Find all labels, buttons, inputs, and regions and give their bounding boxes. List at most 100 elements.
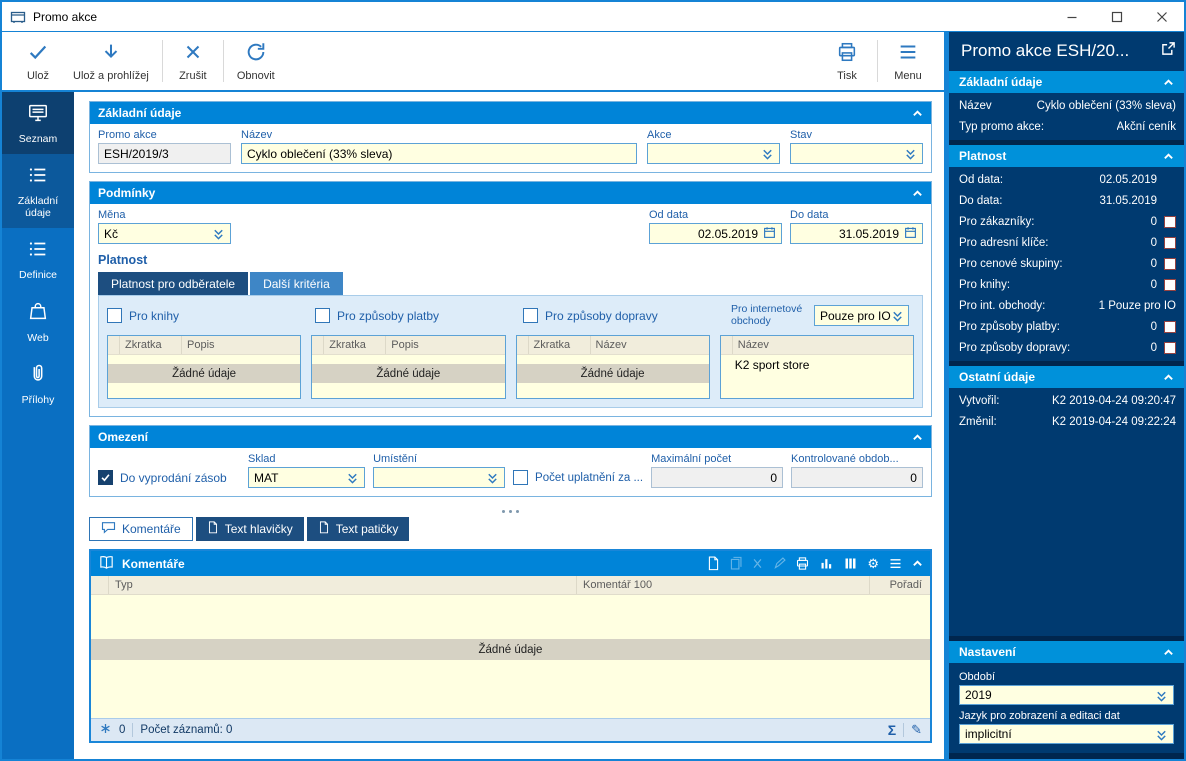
info-row: Pro adresní klíče: 0 <box>949 232 1184 253</box>
calendar-icon[interactable] <box>763 226 776 242</box>
dropdown-icon[interactable] <box>761 147 774 160</box>
sklad-combo[interactable]: MAT <box>248 467 366 489</box>
obdobi-label: Období <box>959 671 996 683</box>
usage-group: Počet uplatnění za ... <box>513 467 643 488</box>
dropdown-icon[interactable] <box>891 309 904 322</box>
minimize-button[interactable] <box>1049 2 1094 31</box>
rp-section-zakladni-udaje: Základní údaje Název Cyklo oblečení (33% … <box>949 71 1184 140</box>
do-data-field[interactable]: 31.05.2019 <box>790 223 923 244</box>
internet-shops-combo[interactable]: Pouze pro IO <box>814 305 909 327</box>
close-button[interactable] <box>1139 2 1184 31</box>
stav-combo[interactable] <box>790 143 923 164</box>
collapse-chevron-icon[interactable] <box>912 558 923 569</box>
umisteni-combo[interactable] <box>373 467 506 489</box>
gear-icon[interactable]: ⚙ <box>867 557 879 570</box>
rp-section-platnost: Platnost Od data: 02.05.2019 Do data: 31.0… <box>949 145 1184 361</box>
titlebar: Promo akce <box>2 2 1184 32</box>
collapse-chevron-icon[interactable] <box>912 188 923 199</box>
collapse-chevron-icon[interactable] <box>1163 151 1174 162</box>
info-row: Typ promo akce: Akční ceník <box>959 120 1176 133</box>
pro-zakazniky-checkbox[interactable] <box>1164 215 1176 228</box>
info-row: Pro způsoby dopravy: 0 <box>949 337 1184 358</box>
pro-adresni-klice-checkbox[interactable] <box>1164 236 1176 249</box>
main-area: Základní údaje Promo akce ESH/2019/3 Náz… <box>74 92 944 759</box>
cancel-button[interactable]: Zrušit <box>167 37 219 86</box>
platnost-tab-panel: Pro knihy Pro způsoby platby Pro způsoby… <box>98 295 923 409</box>
refresh-button[interactable]: Obnovit <box>228 37 284 86</box>
info-row: Pro cenové skupiny: 0 <box>949 253 1184 274</box>
internet-shops-table: Název K2 sport store <box>719 335 914 400</box>
akce-combo[interactable] <box>647 143 780 164</box>
pro-knihy-checkbox[interactable] <box>1164 278 1176 291</box>
calendar-icon[interactable] <box>904 226 917 242</box>
speech-bubble-icon <box>101 521 116 537</box>
od-data-label: Od data <box>649 209 689 221</box>
obdobi-combo[interactable]: 2019 <box>959 685 1174 705</box>
sidebar-item-prilohy[interactable]: Přílohy <box>2 353 74 415</box>
sigma-icon[interactable]: Σ <box>888 722 896 738</box>
books-table: Zkratka Popis Žádné údaje <box>107 335 302 400</box>
dropdown-icon[interactable] <box>1155 728 1168 741</box>
pro-knihy-checkbox[interactable] <box>107 308 122 324</box>
sidebar-item-web[interactable]: Web <box>2 290 74 352</box>
mena-label: Měna <box>98 209 126 221</box>
checkbox-group-pro-knihy: Pro knihy <box>107 308 315 324</box>
menu-icon[interactable] <box>888 556 903 571</box>
platnost-subtitle: Platnost <box>98 253 148 267</box>
menu-button[interactable]: Menu <box>882 37 934 86</box>
pro-cenove-skupiny-checkbox[interactable] <box>1164 257 1176 270</box>
dropdown-icon[interactable] <box>212 227 225 240</box>
tab-komentare[interactable]: Komentáře <box>89 517 193 542</box>
columns-icon[interactable] <box>843 556 858 571</box>
column-typ[interactable]: Typ <box>109 576 577 595</box>
tab-platnost-pro-odberatele[interactable]: Platnost pro odběratele <box>98 272 249 295</box>
jazyk-label: Jazyk pro zobrazení a editaci dat <box>959 710 1120 722</box>
monitor-list-icon <box>27 102 49 127</box>
tab-text-hlavicky[interactable]: Text hlavičky <box>195 517 304 542</box>
dropdown-icon[interactable] <box>1155 689 1168 702</box>
print-button[interactable]: Tisk <box>821 37 873 86</box>
copy-record-icon <box>729 556 742 571</box>
do-vyprodani-zasob-checkbox[interactable] <box>98 470 113 486</box>
tab-text-paticky[interactable]: Text patičky <box>306 517 410 542</box>
collapse-chevron-icon[interactable] <box>1163 77 1174 88</box>
pro-zpusoby-platby-checkbox[interactable] <box>315 308 330 324</box>
nazev-field[interactable]: Cyklo oblečení (33% sleva) <box>241 143 637 164</box>
splitter-handle[interactable] <box>89 505 932 517</box>
pro-zpusoby-dopravy-checkbox[interactable] <box>1164 341 1176 354</box>
internet-shops-group: Pro internetové obchody Pouze pro IO <box>731 303 914 327</box>
sidebar-item-definice[interactable]: Definice <box>2 228 74 290</box>
save-button[interactable]: Ulož <box>12 37 64 86</box>
do-data-label: Do data <box>790 209 829 221</box>
tab-dalsi-kriteria[interactable]: Další kritéria <box>250 272 343 295</box>
sidebar-item-zakladni-udaje[interactable]: Základní údaje <box>2 154 74 229</box>
maximize-button[interactable] <box>1094 2 1139 31</box>
rp-section-header: Platnost <box>949 145 1184 167</box>
section-zakladni-udaje: Základní údaje Promo akce ESH/2019/3 Náz… <box>89 101 932 173</box>
collapse-chevron-icon[interactable] <box>1163 647 1174 658</box>
pencil-icon[interactable]: ✎ <box>911 722 922 738</box>
new-record-icon[interactable] <box>707 556 720 571</box>
dropdown-icon[interactable] <box>904 147 917 160</box>
table-row[interactable]: K2 sport store <box>721 355 913 374</box>
open-in-window-icon[interactable] <box>1161 41 1176 59</box>
od-data-field[interactable]: 02.05.2019 <box>649 223 782 244</box>
print-icon[interactable] <box>795 556 810 571</box>
collapse-chevron-icon[interactable] <box>912 108 923 119</box>
pocet-uplatneni-checkbox[interactable] <box>513 470 529 486</box>
collapse-chevron-icon[interactable] <box>912 432 923 443</box>
kontrolovane-obdobi-label: Kontrolované obdob... <box>791 453 899 466</box>
dropdown-icon[interactable] <box>346 471 359 484</box>
chart-icon[interactable] <box>819 556 834 571</box>
column-komentar[interactable]: Komentář 100 <box>577 576 870 595</box>
collapse-chevron-icon[interactable] <box>1163 372 1174 383</box>
save-and-view-button[interactable]: Ulož a prohlížej <box>64 37 158 86</box>
jazyk-combo[interactable]: implicitní <box>959 724 1174 744</box>
pro-zpusoby-dopravy-checkbox[interactable] <box>523 308 538 324</box>
sidebar-item-seznam[interactable]: Seznam <box>2 92 74 155</box>
column-poradi[interactable]: Pořadí <box>870 576 930 594</box>
dropdown-icon[interactable] <box>486 471 499 484</box>
mena-combo[interactable]: Kč <box>98 223 231 244</box>
pro-zpusoby-platby-checkbox[interactable] <box>1164 320 1176 333</box>
row-selector-column <box>91 576 109 595</box>
